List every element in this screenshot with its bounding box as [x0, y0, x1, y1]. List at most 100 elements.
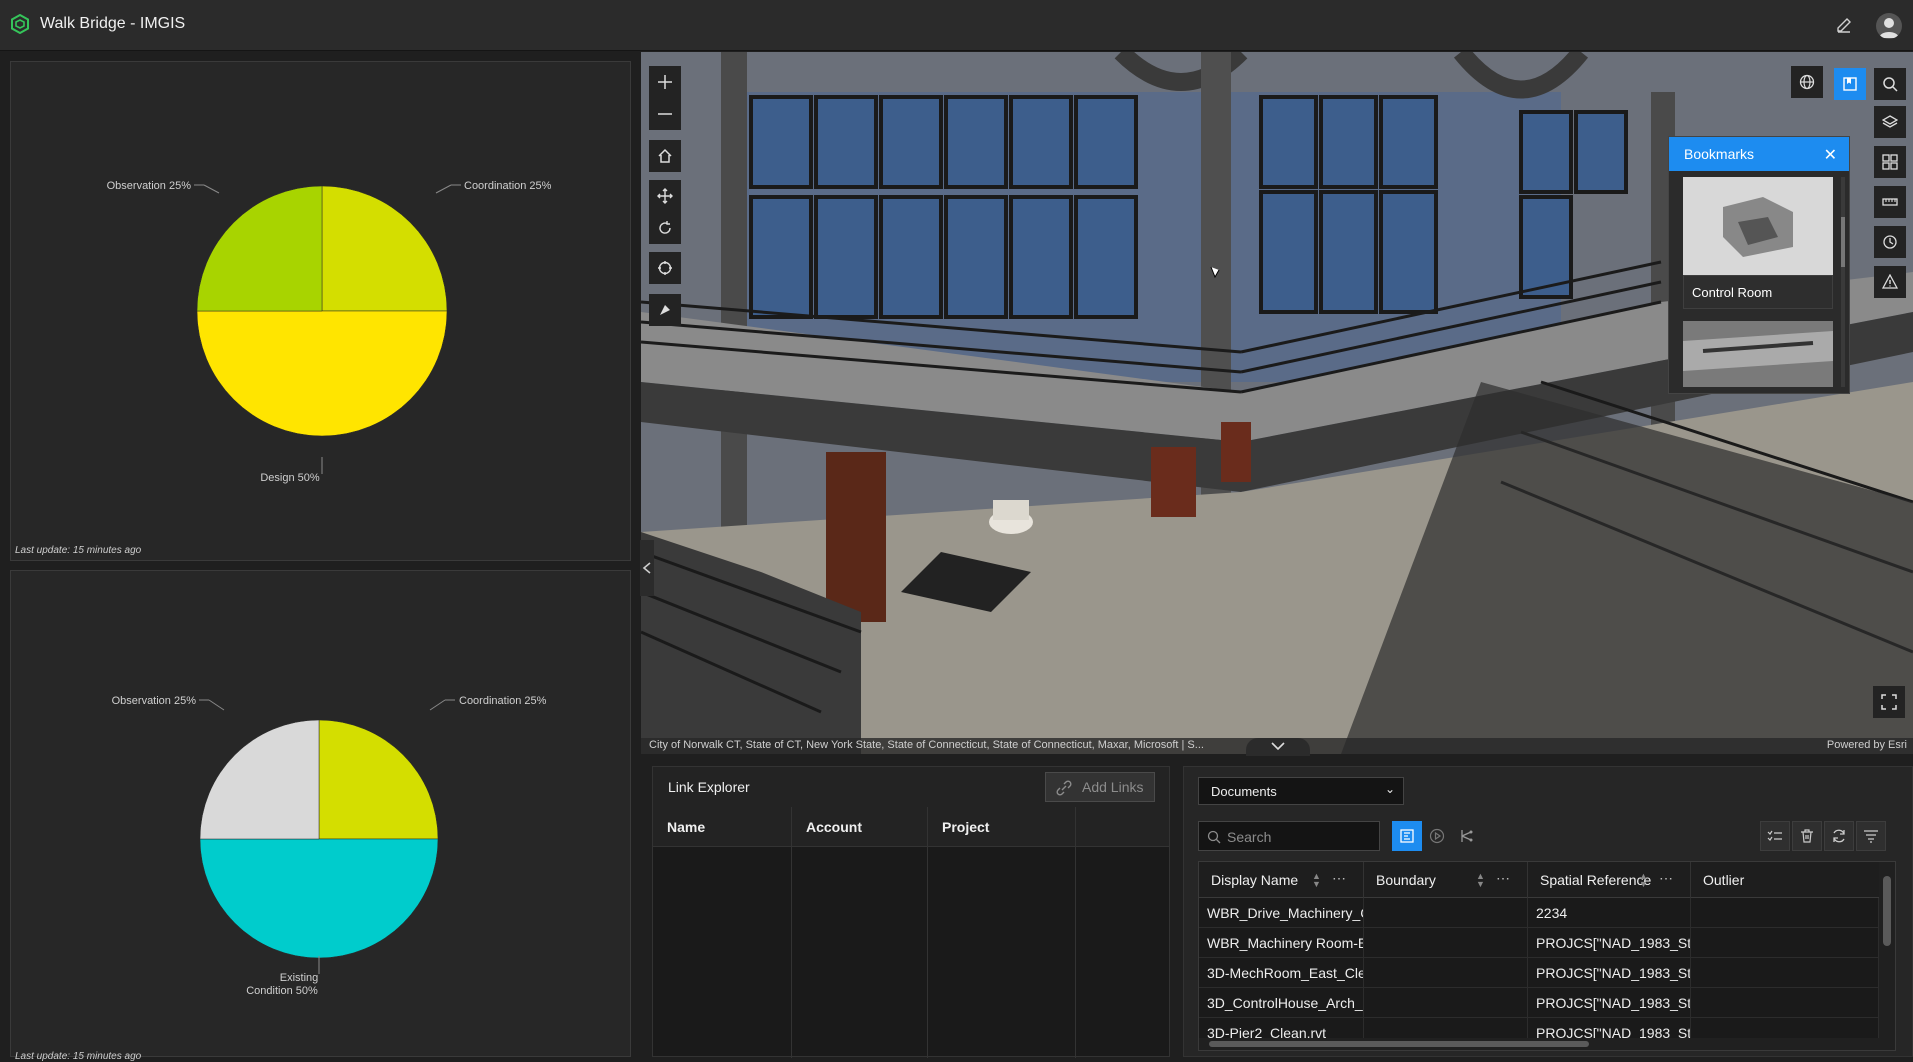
sort-icon[interactable]: ▲ ▼	[1312, 872, 1321, 889]
checklist-icon	[1767, 830, 1782, 841]
layers-icon	[1882, 115, 1898, 128]
home-button[interactable]	[649, 140, 681, 172]
slice-coordination[interactable]	[318, 719, 439, 840]
basemap-tool-button[interactable]	[1874, 146, 1906, 178]
layers-tool-button[interactable]	[1874, 106, 1906, 138]
slice-existing-condition[interactable]	[199, 838, 439, 959]
bottom-panel-toggle[interactable]	[1246, 738, 1310, 756]
refresh-button[interactable]	[1824, 821, 1854, 851]
column-label: Display Name	[1211, 872, 1299, 888]
cell-spatial-reference: PROJCS["NAD_1983_Stat...	[1528, 988, 1691, 1018]
user-avatar[interactable]	[1876, 13, 1902, 39]
slice-label-observation: Observation 25%	[112, 695, 197, 707]
select-all-button[interactable]	[1760, 821, 1790, 851]
slice-design[interactable]	[196, 310, 448, 437]
powered-by-text[interactable]: Powered by Esri	[1827, 739, 1907, 751]
bookmark-item-control-room[interactable]: Control Room	[1683, 275, 1833, 309]
plus-icon	[658, 75, 672, 89]
table-row[interactable]: 3D_ControlHouse_Arch_C... PROJCS["NAD_19…	[1199, 988, 1879, 1018]
leader-line	[203, 184, 220, 194]
link-explorer-title: Link Explorer	[668, 779, 750, 795]
link-explorer-panel: Link Explorer Add Links Name Account Pro…	[652, 766, 1170, 1058]
refresh-icon	[1833, 829, 1845, 843]
bookmark-thumbnail[interactable]	[1683, 177, 1833, 275]
more-options-icon[interactable]: ⋯	[1496, 870, 1510, 887]
hierarchy-button[interactable]	[1452, 821, 1482, 851]
documents-table-header: Display Name ▲ ▼ ⋯ Boundary ▲ ▼ ⋯ Spatial …	[1199, 862, 1879, 898]
sort-icon[interactable]: ▲ ▼	[1639, 872, 1648, 889]
column-label: Spatial Reference	[1540, 872, 1652, 888]
column-header-name[interactable]: Name	[653, 807, 792, 1058]
column-header-outlier[interactable]: Outlier	[1691, 862, 1879, 898]
vertical-scrollbar[interactable]	[1879, 862, 1895, 1050]
link-icon	[1056, 780, 1072, 796]
app-logo-icon	[11, 14, 29, 34]
compass-icon	[660, 305, 670, 315]
edit-icon[interactable]	[1834, 15, 1854, 35]
documents-table: Display Name ▲ ▼ ⋯ Boundary ▲ ▼ ⋯ Spatial …	[1198, 861, 1896, 1051]
documents-panel: Documents ⌄ Search Display Name ▲▼ ⋯ Bo	[1183, 766, 1913, 1057]
left-panel-collapse-button[interactable]	[640, 540, 654, 596]
bookmark-thumbnail[interactable]	[1683, 321, 1833, 387]
scrollbar-thumb[interactable]	[1209, 1041, 1589, 1047]
show-selection-button[interactable]	[1392, 821, 1422, 851]
hierarchy-icon	[1461, 830, 1473, 842]
search-icon	[1883, 77, 1898, 92]
bookmarks-panel: Bookmarks ✕ Control Room	[1668, 136, 1850, 394]
compass-button[interactable]	[649, 294, 681, 326]
slice-observation[interactable]	[196, 185, 323, 312]
fullscreen-icon	[1881, 694, 1897, 710]
layer-select[interactable]: Documents ⌄	[1198, 777, 1404, 805]
slice-coordination[interactable]	[321, 185, 448, 312]
search-input[interactable]: Search	[1198, 821, 1380, 851]
slice-label-existing-condition-line1: Existing	[280, 972, 319, 984]
cell-boundary	[1364, 928, 1528, 958]
table-row[interactable]: WBR_Machinery Room-Ea... PROJCS["NAD_198…	[1199, 928, 1879, 958]
pie-chart: Coordination 25% Design 50% Observation …	[107, 180, 552, 484]
column-options-button[interactable]	[1856, 821, 1886, 851]
more-options-icon[interactable]: ⋯	[1659, 870, 1673, 887]
globe-button[interactable]	[1791, 66, 1823, 98]
delete-button[interactable]	[1792, 821, 1822, 851]
alert-tool-button[interactable]	[1874, 266, 1906, 298]
add-links-button[interactable]: Add Links	[1045, 772, 1155, 802]
search-tool-button[interactable]	[1874, 68, 1906, 100]
horizontal-scrollbar[interactable]	[1199, 1038, 1879, 1050]
slice-observation[interactable]	[199, 719, 320, 840]
bookmarks-tool-button[interactable]	[1834, 68, 1866, 100]
daylight-tool-button[interactable]	[1874, 226, 1906, 258]
slice-label-coordination: Coordination 25%	[459, 695, 547, 707]
play-circle-icon	[1429, 828, 1445, 844]
column-header-boundary[interactable]: Boundary ▲ ▼ ⋯	[1364, 862, 1528, 898]
scrollbar-thumb[interactable]	[1883, 876, 1891, 946]
scrollbar-thumb[interactable]	[1841, 217, 1845, 267]
cell-boundary	[1364, 958, 1528, 988]
close-icon[interactable]: ✕	[1824, 145, 1837, 165]
bookmarks-header: Bookmarks ✕	[1669, 137, 1849, 171]
sort-icon[interactable]: ▲ ▼	[1476, 872, 1485, 889]
locate-button[interactable]	[649, 252, 681, 284]
cell-boundary	[1364, 988, 1528, 1018]
chevron-down-icon	[1271, 742, 1285, 751]
column-header-project[interactable]: Project	[928, 807, 1076, 1058]
zoom-to-button[interactable]	[1422, 821, 1452, 851]
leader-line	[429, 699, 446, 711]
column-header-display-name[interactable]: Display Name ▲ ▼ ⋯	[1199, 862, 1364, 898]
pan-button[interactable]	[649, 180, 681, 212]
bookmark-icon	[1843, 77, 1857, 91]
table-row[interactable]: 3D-MechRoom_East_Clea... PROJCS["NAD_198…	[1199, 958, 1879, 988]
search-placeholder: Search	[1227, 829, 1272, 845]
rotate-button[interactable]	[649, 212, 681, 244]
more-options-icon[interactable]: ⋯	[1332, 870, 1346, 887]
fullscreen-button[interactable]	[1873, 686, 1905, 718]
zoom-out-button[interactable]	[649, 98, 681, 130]
measure-tool-button[interactable]	[1874, 186, 1906, 218]
bookmarks-scrollbar[interactable]	[1841, 177, 1845, 387]
column-header-spatial-reference[interactable]: Spatial Reference ▲ ▼ ⋯	[1528, 862, 1691, 898]
clock-icon	[1883, 235, 1897, 249]
ruler-icon	[1882, 198, 1898, 206]
zoom-in-button[interactable]	[649, 66, 681, 98]
table-row[interactable]: WBR_Drive_Machinery_Cl... 2234	[1199, 898, 1879, 928]
column-header-account[interactable]: Account	[792, 807, 928, 1058]
cell-display-name: 3D-MechRoom_East_Clea...	[1199, 958, 1364, 988]
